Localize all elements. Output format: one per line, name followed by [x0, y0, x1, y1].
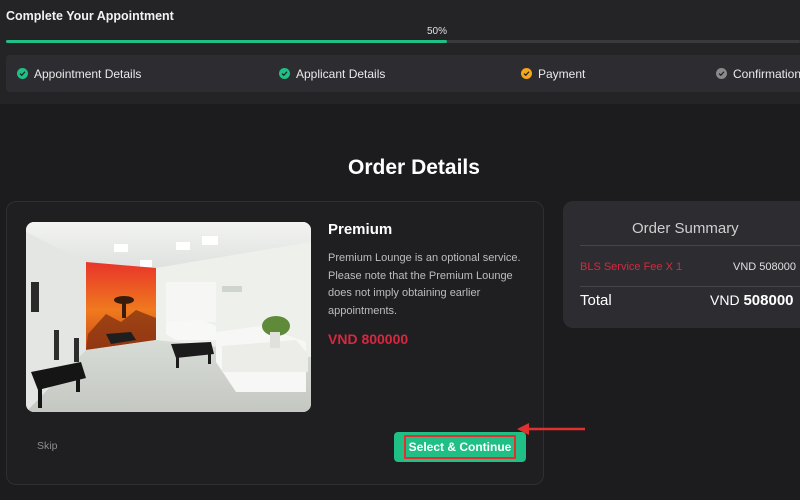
step-confirmation: Confirmation	[716, 55, 800, 92]
step-payment: Payment	[521, 55, 585, 92]
check-circle-icon	[279, 68, 290, 79]
order-summary-title: Order Summary	[632, 220, 739, 237]
total-label: Total	[580, 292, 612, 309]
progress-percent-label: 50%	[427, 26, 448, 37]
service-fee-label: BLS Service Fee X 1	[580, 261, 683, 273]
step-appointment-details: Appointment Details	[17, 55, 141, 92]
select-and-continue-button[interactable]: Select & Continue	[394, 432, 526, 462]
step-applicant-details: Applicant Details	[279, 55, 385, 92]
check-circle-icon	[17, 68, 28, 79]
product-price: VND 800000	[328, 331, 409, 347]
step-label: Payment	[538, 66, 586, 81]
total-currency: VND	[710, 292, 740, 308]
skip-button[interactable]: Skip	[37, 440, 57, 452]
step-label: Applicant Details	[296, 66, 386, 81]
steps-bar: Appointment Details Applicant Details Pa…	[6, 55, 800, 92]
step-label: Appointment Details	[34, 66, 142, 81]
progress-panel: Complete Your Appointment 50% Appointmen…	[0, 0, 800, 104]
step-label: Confirmation	[733, 66, 800, 81]
order-summary-card: Order Summary BLS Service Fee X 1 VND 50…	[563, 201, 800, 328]
total-amount: 508000	[743, 292, 794, 309]
summary-divider	[580, 245, 800, 246]
premium-lounge-card: Premium Premium Lounge is an optional se…	[6, 201, 544, 485]
lounge-photo	[26, 222, 311, 412]
check-circle-icon	[521, 68, 532, 79]
summary-divider	[580, 286, 800, 287]
service-fee-value: VND 508000	[733, 261, 796, 273]
select-and-continue-label: Select & Continue	[403, 435, 517, 459]
annotation-arrow-icon	[517, 423, 585, 435]
progress-bar	[6, 40, 800, 43]
section-title: Order Details	[348, 156, 480, 179]
check-circle-icon	[716, 68, 727, 79]
progress-bar-fill	[6, 40, 447, 43]
page-title: Complete Your Appointment	[6, 9, 174, 23]
product-name: Premium	[328, 221, 393, 238]
total-value: VND 508000	[710, 292, 794, 309]
product-description: Premium Lounge is an optional service. P…	[328, 252, 521, 317]
